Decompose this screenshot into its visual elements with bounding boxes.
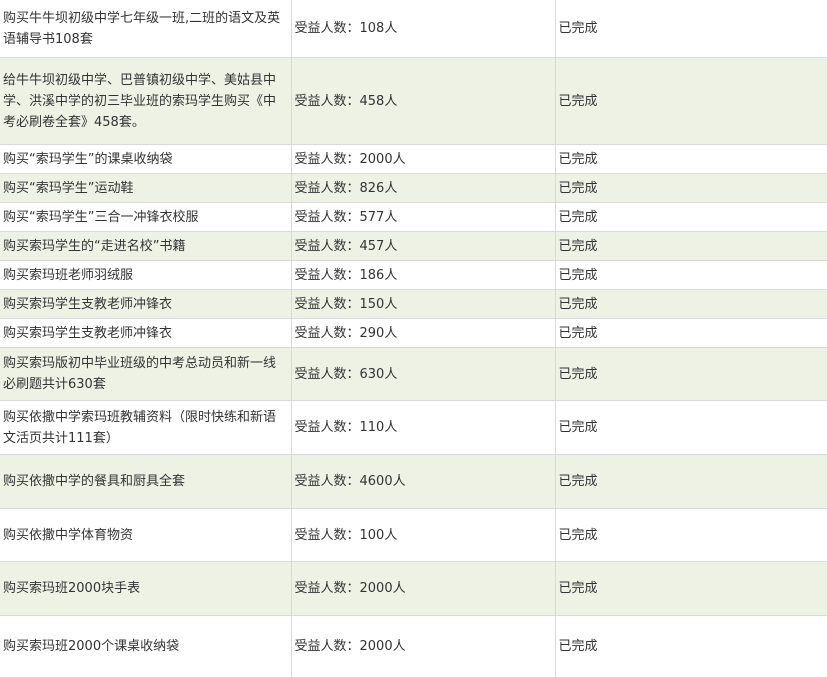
- beneficiary-count: 受益人数：100人: [290, 508, 556, 562]
- project-description: 购买“索玛学生”的课桌收纳袋: [0, 144, 292, 174]
- status-label: 已完成: [554, 561, 827, 616]
- table-row: 购买依撒中学体育物资 受益人数：100人 已完成: [0, 508, 827, 562]
- project-description: 给牛牛坝初级中学、巴普镇初级中学、美姑县中学、洪溪中学的初三毕业班的索玛学生购买…: [0, 57, 292, 145]
- status-label: 已完成: [554, 260, 827, 290]
- project-description: 购买索玛学生支教老师冲锋衣: [0, 289, 292, 319]
- status-label: 已完成: [554, 615, 827, 678]
- table-row: 购买索玛学生支教老师冲锋衣 受益人数：290人 已完成: [0, 318, 827, 348]
- project-description: 购买“索玛学生”三合一冲锋衣校服: [0, 202, 292, 232]
- project-description: 购买索玛班2000块手表: [0, 561, 292, 616]
- status-label: 已完成: [554, 454, 827, 509]
- table-row: 购买依撒中学的餐具和厨具全套 受益人数：4600人 已完成: [0, 454, 827, 509]
- status-label: 已完成: [554, 508, 827, 562]
- table-row: 购买牛牛坝初级中学七年级一班,二班的语文及英语辅导书108套 受益人数：108人…: [0, 0, 827, 58]
- beneficiary-count: 受益人数：577人: [290, 202, 556, 232]
- project-description: 购买依撒中学体育物资: [0, 508, 292, 562]
- project-description: 购买索玛学生的“走进名校”书籍: [0, 231, 292, 261]
- project-description: 购买依撒中学的餐具和厨具全套: [0, 454, 292, 509]
- table-row: 购买索玛班2000个课桌收纳袋 受益人数：2000人 已完成: [0, 615, 827, 678]
- project-description: 购买索玛班老师羽绒服: [0, 260, 292, 290]
- table-row: 购买索玛学生支教老师冲锋衣 受益人数：150人 已完成: [0, 289, 827, 319]
- status-label: 已完成: [554, 57, 827, 145]
- project-description: 购买“索玛学生”运动鞋: [0, 173, 292, 203]
- table-row: 购买索玛班2000块手表 受益人数：2000人 已完成: [0, 561, 827, 616]
- status-label: 已完成: [554, 173, 827, 203]
- status-label: 已完成: [554, 400, 827, 455]
- beneficiary-count: 受益人数：2000人: [290, 561, 556, 616]
- beneficiary-count: 受益人数：150人: [290, 289, 556, 319]
- table-row: 购买索玛学生的“走进名校”书籍 受益人数：457人 已完成: [0, 231, 827, 261]
- status-label: 已完成: [554, 289, 827, 319]
- beneficiary-count: 受益人数：186人: [290, 260, 556, 290]
- table-row: 购买依撒中学索玛班教辅资料（限时快练和新语文活页共计111套） 受益人数：110…: [0, 400, 827, 455]
- table-row: 购买“索玛学生”的课桌收纳袋 受益人数：2000人 已完成: [0, 144, 827, 174]
- project-description: 购买索玛班2000个课桌收纳袋: [0, 615, 292, 678]
- beneficiary-count: 受益人数：457人: [290, 231, 556, 261]
- beneficiary-count: 受益人数：290人: [290, 318, 556, 348]
- table-row: 购买“索玛学生”三合一冲锋衣校服 受益人数：577人 已完成: [0, 202, 827, 232]
- beneficiary-count: 受益人数：108人: [290, 0, 556, 58]
- table-row: 给牛牛坝初级中学、巴普镇初级中学、美姑县中学、洪溪中学的初三毕业班的索玛学生购买…: [0, 57, 827, 145]
- project-description: 购买索玛版初中毕业班级的中考总动员和新一线必刷题共计630套: [0, 347, 292, 401]
- project-description: 购买依撒中学索玛班教辅资料（限时快练和新语文活页共计111套）: [0, 400, 292, 455]
- beneficiary-count: 受益人数：458人: [290, 57, 556, 145]
- beneficiary-count: 受益人数：2000人: [290, 615, 556, 678]
- beneficiary-count: 受益人数：630人: [290, 347, 556, 401]
- beneficiary-count: 受益人数：826人: [290, 173, 556, 203]
- status-label: 已完成: [554, 318, 827, 348]
- beneficiary-count: 受益人数：2000人: [290, 144, 556, 174]
- status-label: 已完成: [554, 202, 827, 232]
- project-table: 购买牛牛坝初级中学七年级一班,二班的语文及英语辅导书108套 受益人数：108人…: [0, 0, 827, 678]
- table-row: 购买“索玛学生”运动鞋 受益人数：826人 已完成: [0, 173, 827, 203]
- project-description: 购买牛牛坝初级中学七年级一班,二班的语文及英语辅导书108套: [0, 0, 292, 58]
- status-label: 已完成: [554, 347, 827, 401]
- status-label: 已完成: [554, 144, 827, 174]
- beneficiary-count: 受益人数：4600人: [290, 454, 556, 509]
- status-label: 已完成: [554, 0, 827, 58]
- table-row: 购买索玛班老师羽绒服 受益人数：186人 已完成: [0, 260, 827, 290]
- status-label: 已完成: [554, 231, 827, 261]
- beneficiary-count: 受益人数：110人: [290, 400, 556, 455]
- table-row: 购买索玛版初中毕业班级的中考总动员和新一线必刷题共计630套 受益人数：630人…: [0, 347, 827, 401]
- project-description: 购买索玛学生支教老师冲锋衣: [0, 318, 292, 348]
